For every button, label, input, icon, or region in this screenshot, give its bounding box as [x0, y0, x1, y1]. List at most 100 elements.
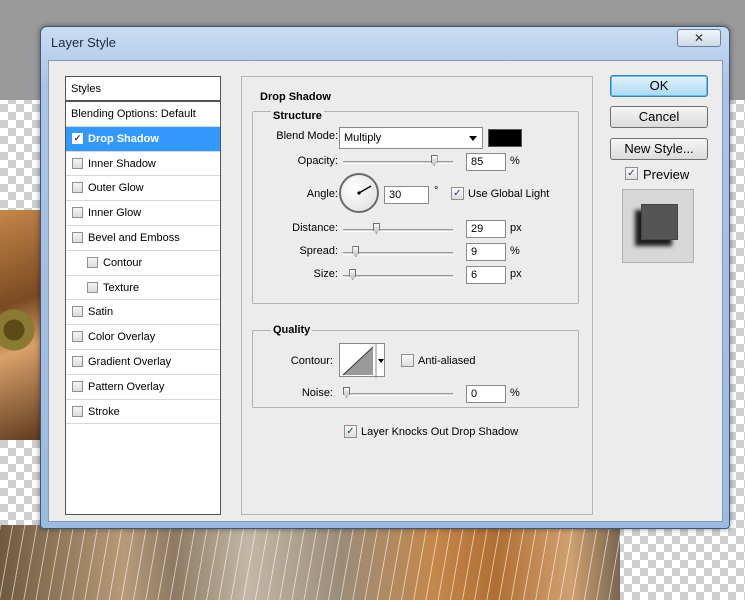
style-item-label: Outer Glow [88, 182, 144, 195]
style-item-checkbox[interactable]: ✓ [72, 132, 83, 144]
angle-label: Angle: [306, 188, 338, 200]
style-item-label: Inner Glow [88, 207, 142, 220]
style-item[interactable]: Bevel and Emboss [66, 226, 220, 251]
style-item[interactable]: Texture [66, 276, 220, 301]
close-button[interactable]: ✕ [677, 29, 721, 47]
size-label: Size: [313, 268, 338, 280]
structure-title: Structure [271, 110, 324, 122]
preview-checkbox[interactable]: ✓ [625, 167, 638, 180]
styles-list-header[interactable]: Styles [66, 77, 220, 102]
chevron-down-icon [378, 359, 384, 363]
size-slider-thumb[interactable] [349, 269, 357, 280]
style-item[interactable]: Stroke [66, 400, 220, 425]
noise-input[interactable]: 0 [466, 385, 506, 403]
style-item-checkbox[interactable] [87, 256, 98, 268]
spread-slider-thumb[interactable] [352, 246, 360, 257]
spread-label: Spread: [299, 245, 338, 257]
style-item-checkbox[interactable] [72, 331, 83, 343]
contour-picker[interactable] [339, 343, 385, 378]
canvas-photo-bottom [0, 525, 620, 600]
opacity-slider-thumb[interactable] [430, 155, 438, 166]
new-style-button[interactable]: New Style... [610, 138, 708, 160]
spread-input[interactable]: 9 [466, 243, 506, 261]
layer-knocks-out-checkbox[interactable]: ✓ [344, 425, 357, 438]
shadow-color-swatch[interactable] [488, 129, 522, 147]
check-icon: ✓ [346, 426, 355, 437]
angle-dial-icon [357, 185, 372, 195]
close-icon: ✕ [693, 31, 705, 45]
style-item-label: Gradient Overlay [88, 355, 172, 368]
angle-input[interactable]: 30 [384, 186, 429, 204]
style-item-label: Bevel and Emboss [88, 231, 180, 244]
opacity-label: Opacity: [297, 155, 338, 167]
preview-square [641, 204, 678, 240]
style-item-checkbox[interactable] [72, 380, 83, 392]
cancel-button[interactable]: Cancel [610, 106, 708, 128]
dialog-title: Layer Style [51, 35, 117, 50]
canvas-photo-left [0, 210, 44, 440]
styles-list-rows: Blending Options: Default ✓ Drop Shadow Inn… [66, 102, 220, 425]
contour-curve-icon [342, 344, 384, 378]
style-item[interactable]: Inner Glow [66, 201, 220, 226]
blend-mode-select[interactable]: Multiply [339, 127, 483, 149]
style-item-checkbox[interactable] [87, 281, 98, 293]
anti-aliased-checkbox[interactable] [401, 354, 414, 367]
style-item[interactable]: Inner Shadow [66, 152, 220, 177]
angle-dial[interactable] [339, 173, 379, 213]
style-item-label: Texture [103, 281, 140, 294]
size-unit: px [510, 268, 522, 280]
style-item-checkbox[interactable] [72, 182, 83, 194]
style-item-label: Color Overlay [88, 331, 156, 344]
style-item-checkbox[interactable] [72, 207, 83, 219]
quality-group: Quality Contour: Anti-aliased Noise: 0 % [252, 324, 579, 408]
dialog-client-area: Styles Blending Options: Default ✓ Drop Sh… [48, 60, 723, 522]
style-item[interactable]: Blending Options: Default [66, 102, 220, 127]
style-item-checkbox[interactable] [72, 157, 83, 169]
style-item[interactable]: Gradient Overlay [66, 350, 220, 375]
opacity-unit: % [510, 155, 520, 167]
style-item-checkbox[interactable] [72, 306, 83, 318]
contour-label: Contour: [290, 355, 333, 367]
ok-button[interactable]: OK [610, 75, 708, 97]
preview-label: Preview [643, 167, 690, 182]
drop-shadow-panel: Drop Shadow Structure Blend Mode: Multip… [241, 76, 593, 515]
size-input[interactable]: 6 [466, 266, 506, 284]
layer-style-dialog: Layer Style ✕ Styles Blending Options: D… [40, 26, 730, 529]
size-slider-track[interactable] [343, 275, 453, 278]
noise-slider-thumb[interactable] [343, 387, 350, 398]
blend-mode-label: Blend Mode: [276, 130, 338, 142]
noise-label: Noise: [301, 387, 333, 399]
style-item-label: Inner Shadow [88, 157, 156, 170]
anti-aliased-label: Anti-aliased [418, 355, 476, 367]
preview-thumbnail [622, 189, 694, 263]
distance-label: Distance: [292, 222, 338, 234]
blend-mode-value: Multiply [344, 132, 382, 144]
use-global-light-label: Use Global Light [468, 188, 550, 200]
opacity-input[interactable]: 85 [466, 153, 506, 171]
distance-slider-track[interactable] [343, 229, 453, 232]
style-item[interactable]: Outer Glow [66, 176, 220, 202]
drop-shadow-title: Drop Shadow [260, 91, 331, 103]
style-item-checkbox[interactable] [72, 355, 83, 367]
style-item-checkbox[interactable] [72, 405, 83, 417]
style-item-label: Pattern Overlay [88, 380, 165, 393]
style-item-label: Satin [88, 306, 114, 319]
spread-slider-track[interactable] [343, 252, 453, 255]
distance-slider-thumb[interactable] [372, 223, 380, 234]
layer-knocks-out-label: Layer Knocks Out Drop Shadow [361, 426, 519, 438]
style-item[interactable]: ✓ Drop Shadow [66, 126, 220, 152]
quality-title: Quality [271, 324, 313, 336]
style-item[interactable]: Satin [66, 300, 220, 326]
noise-slider-track[interactable] [343, 393, 453, 396]
style-item-checkbox[interactable] [72, 231, 83, 243]
style-item-label: Blending Options: Default [71, 108, 196, 120]
check-icon: ✓ [73, 132, 82, 143]
style-item[interactable]: Contour [66, 251, 220, 276]
styles-list: Styles Blending Options: Default ✓ Drop Sh… [65, 76, 221, 515]
style-item[interactable]: Color Overlay [66, 325, 220, 350]
style-item-label: Drop Shadow [88, 132, 159, 145]
style-item[interactable]: Pattern Overlay [66, 375, 220, 400]
distance-input[interactable]: 29 [466, 220, 506, 238]
distance-unit: px [510, 222, 522, 234]
use-global-light-checkbox[interactable]: ✓ [451, 187, 464, 200]
